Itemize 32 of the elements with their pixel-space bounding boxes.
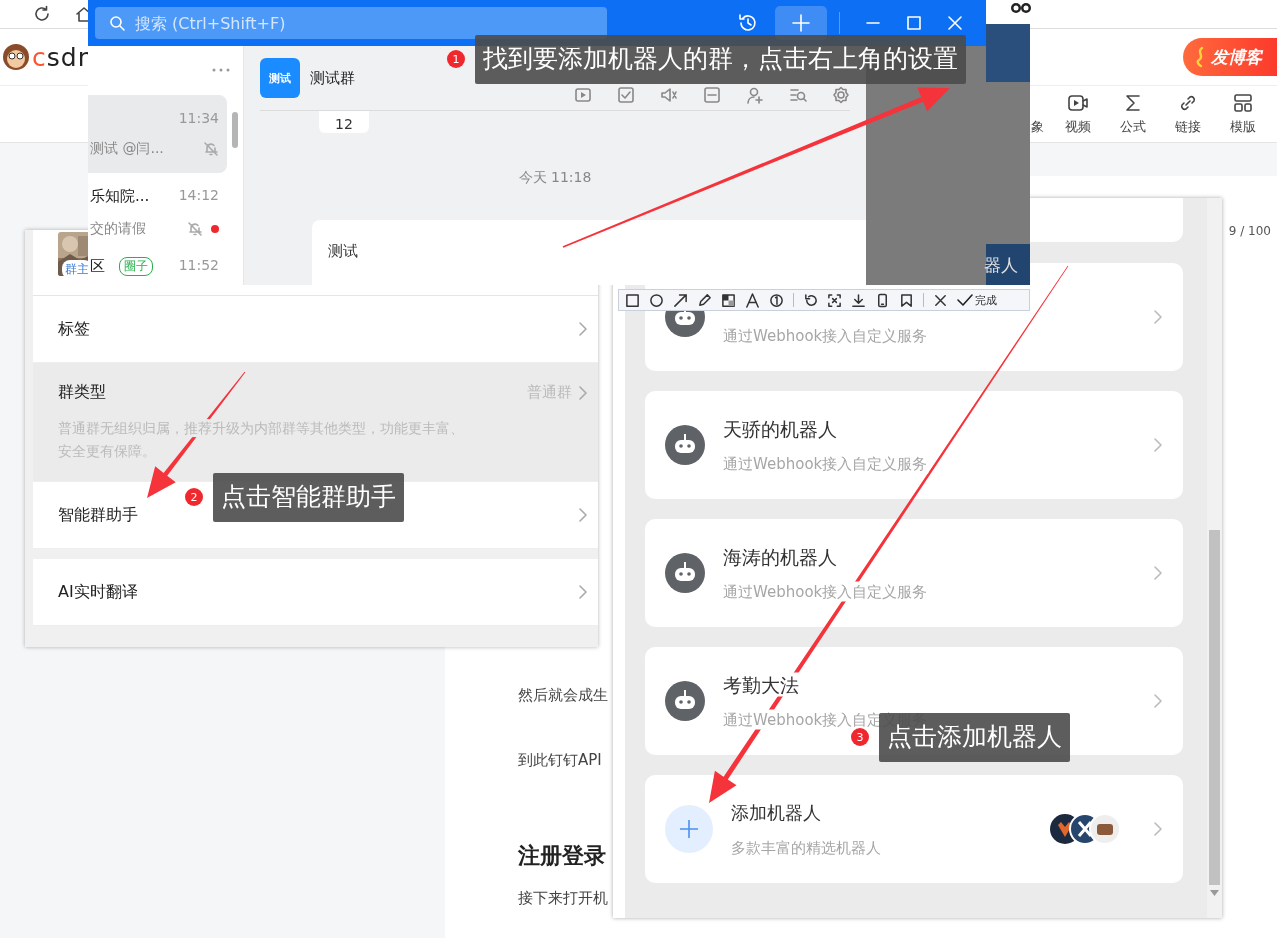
conversation-preview: 交的请假 [90,219,147,238]
group-tag: 圈子 [119,257,153,276]
message-card: 测试 [312,220,866,285]
robot-description: 通过Webhook接入自定义服务 [723,326,928,346]
robot-description: 通过Webhook接入自定义服务 [723,582,928,602]
robot-description: 通过Webhook接入自定义服务 [723,454,928,474]
conversation-name: 区 [90,257,105,276]
paragraph: 然后就会成生 [518,686,608,706]
instruction-tooltip: 找到要添加机器人的群，点击右上角的设置 [475,35,966,84]
robot-name: 添加机器人 [731,800,822,825]
robot-description: 多款丰富的精选机器人 [731,838,881,858]
message-time: 今天 11:18 [518,169,592,187]
conversation-preview: 测试 @闫... [90,140,165,158]
chat-title: 测试群 [310,68,355,88]
item-label: 标签 [58,318,90,340]
instruction-tooltip: 点击智能群助手 [213,473,404,522]
robot-name: 海涛的机器人 [723,544,838,569]
item-label: 智能群助手 [58,504,138,526]
word-count: 9 / 100 [1228,224,1271,238]
paragraph: 到此钉钉API [518,751,602,771]
conversation-name: 乐知院... [90,186,150,206]
conversation-time: 11:34 [178,110,219,126]
item-label: AI实时翻译 [58,581,138,603]
paragraph: 接下来打开机 [518,889,608,909]
message-bubble: 12 [319,111,369,133]
group-avatar: 测试 [260,58,300,98]
robot-name: 天骄的机器人 [723,416,838,441]
conversation-time: 14:12 [178,186,219,205]
section-heading: 注册登录 [518,842,606,870]
conversation-time: 11:52 [178,257,219,275]
robot-name: 考勤大法 [723,672,800,697]
item-label: 群类型 [58,382,106,404]
